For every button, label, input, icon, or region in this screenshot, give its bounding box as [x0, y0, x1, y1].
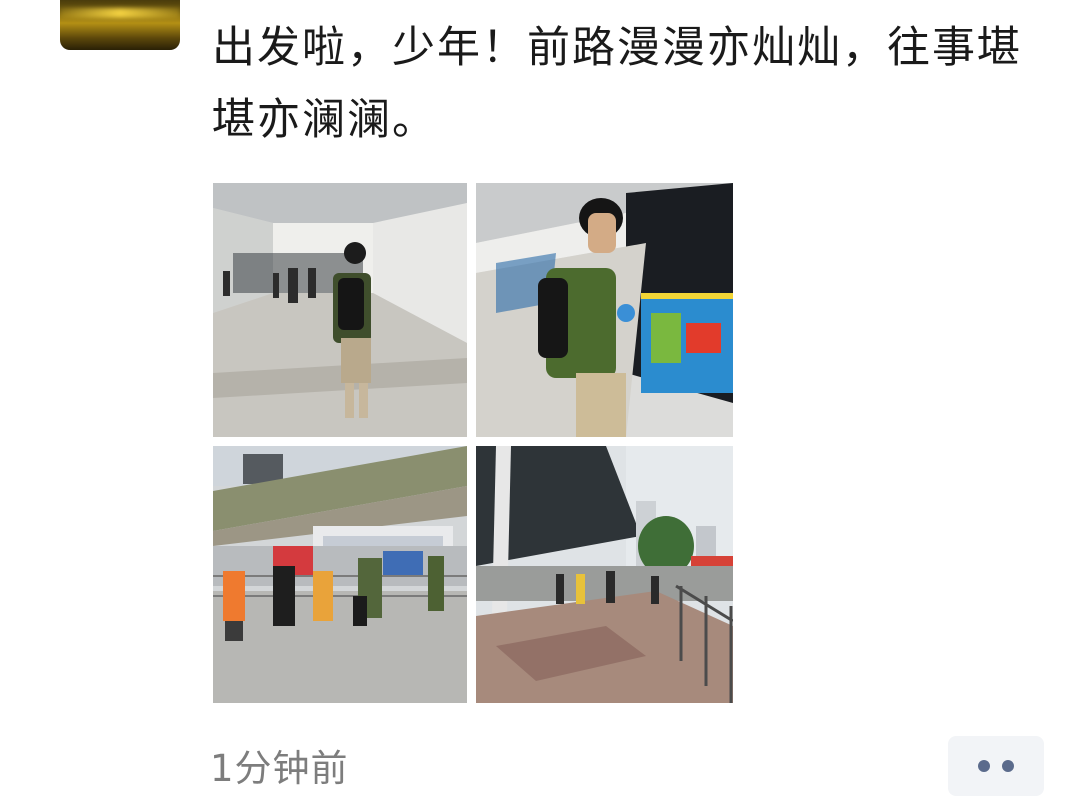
avatar-glow: [60, 8, 180, 18]
more-dots-icon: [1002, 760, 1014, 772]
station-canopy-image: [476, 446, 733, 703]
street-overpass-image: [213, 446, 467, 703]
avatar[interactable]: [60, 0, 180, 50]
subway-platform-image: [476, 183, 733, 437]
photo-subway-corridor[interactable]: [213, 183, 467, 437]
photo-subway-platform[interactable]: [476, 183, 733, 437]
timestamp: 1分钟前: [210, 747, 349, 790]
more-dots-icon: [978, 760, 990, 772]
photo-station-canopy[interactable]: [476, 446, 733, 703]
post-text: 出发啦，少年！前路漫漫亦灿灿，往事堪堪亦澜澜。: [212, 23, 1022, 145]
more-button[interactable]: [948, 736, 1044, 796]
photo-street-overpass[interactable]: [213, 446, 467, 703]
subway-corridor-image: [213, 183, 467, 437]
